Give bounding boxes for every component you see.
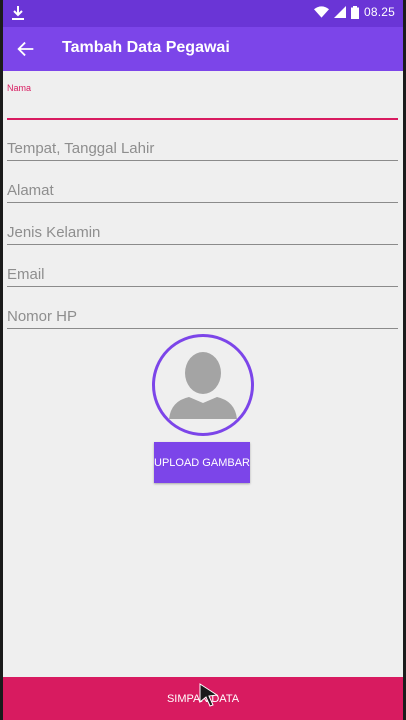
person-avatar-icon <box>169 352 237 419</box>
app-toolbar: Tambah Data Pegawai <box>3 27 403 71</box>
app-screen: 08.25 Tambah Data Pegawai Nama UPLOAD GA… <box>3 0 403 720</box>
avatar[interactable] <box>152 334 254 436</box>
phone-input[interactable] <box>7 307 398 329</box>
upload-image-button[interactable]: UPLOAD GAMBAR <box>154 442 250 483</box>
name-field-label: Nama <box>7 83 32 93</box>
arrow-back-icon[interactable] <box>15 38 37 60</box>
birth-place-date-input[interactable] <box>7 139 398 161</box>
pointer-cursor-icon <box>199 683 219 707</box>
address-field <box>7 180 398 203</box>
page-title: Tambah Data Pegawai <box>62 39 230 56</box>
gender-input[interactable] <box>7 223 398 245</box>
phone-field <box>7 306 398 329</box>
address-input[interactable] <box>7 181 398 203</box>
email-input[interactable] <box>7 265 398 287</box>
name-input[interactable] <box>7 98 398 120</box>
battery-icon <box>350 5 359 19</box>
wifi-icon <box>313 6 329 18</box>
birth-place-date-field <box>7 138 398 161</box>
download-icon <box>12 6 24 20</box>
gender-field <box>7 222 398 245</box>
name-field: Nama <box>7 83 398 120</box>
status-bar: 08.25 <box>3 0 403 27</box>
signal-icon <box>333 6 346 18</box>
status-time: 08.25 <box>363 5 395 19</box>
email-field <box>7 264 398 287</box>
